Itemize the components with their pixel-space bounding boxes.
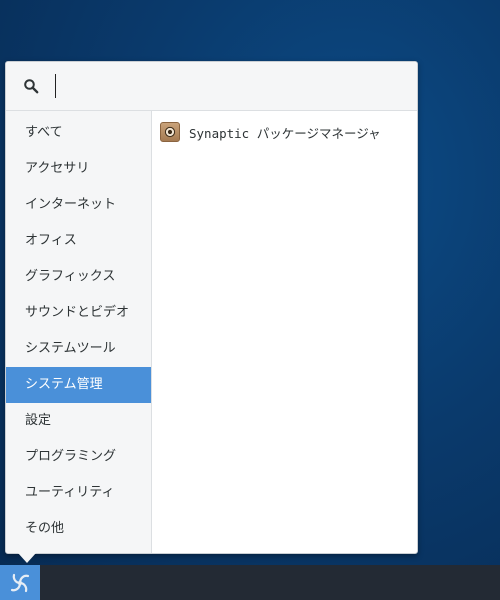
search-input[interactable] xyxy=(54,72,398,100)
category-graphics[interactable]: グラフィックス xyxy=(6,259,151,295)
category-other[interactable]: その他 xyxy=(6,511,151,547)
bottom-panel xyxy=(0,565,500,600)
category-sidebar: すべて アクセサリ インターネット オフィス グラフィックス サウンドとビデオ … xyxy=(6,111,152,553)
spiral-logo-icon xyxy=(10,573,30,592)
category-office[interactable]: オフィス xyxy=(6,223,151,259)
app-label: Synaptic パッケージマネージャ xyxy=(189,125,381,141)
category-programming[interactable]: プログラミング xyxy=(6,439,151,475)
category-all[interactable]: すべて xyxy=(6,115,151,151)
category-settings[interactable]: 設定 xyxy=(6,403,151,439)
text-cursor xyxy=(55,74,56,98)
search-icon xyxy=(24,79,39,94)
search-bar xyxy=(6,62,417,111)
category-utilities[interactable]: ユーティリティ xyxy=(6,475,151,511)
category-administration[interactable]: システム管理 xyxy=(6,367,151,403)
application-menu: すべて アクセサリ インターネット オフィス グラフィックス サウンドとビデオ … xyxy=(5,61,418,563)
category-sound-video[interactable]: サウンドとビデオ xyxy=(6,295,151,331)
app-item-synaptic[interactable]: Synaptic パッケージマネージャ xyxy=(152,115,417,149)
application-list: Synaptic パッケージマネージャ xyxy=(152,111,417,553)
category-system-tools[interactable]: システムツール xyxy=(6,331,151,367)
package-icon xyxy=(160,122,180,142)
menu-launcher-button[interactable] xyxy=(0,565,40,600)
menu-pointer xyxy=(18,553,36,563)
category-accessories[interactable]: アクセサリ xyxy=(6,151,151,187)
category-internet[interactable]: インターネット xyxy=(6,187,151,223)
